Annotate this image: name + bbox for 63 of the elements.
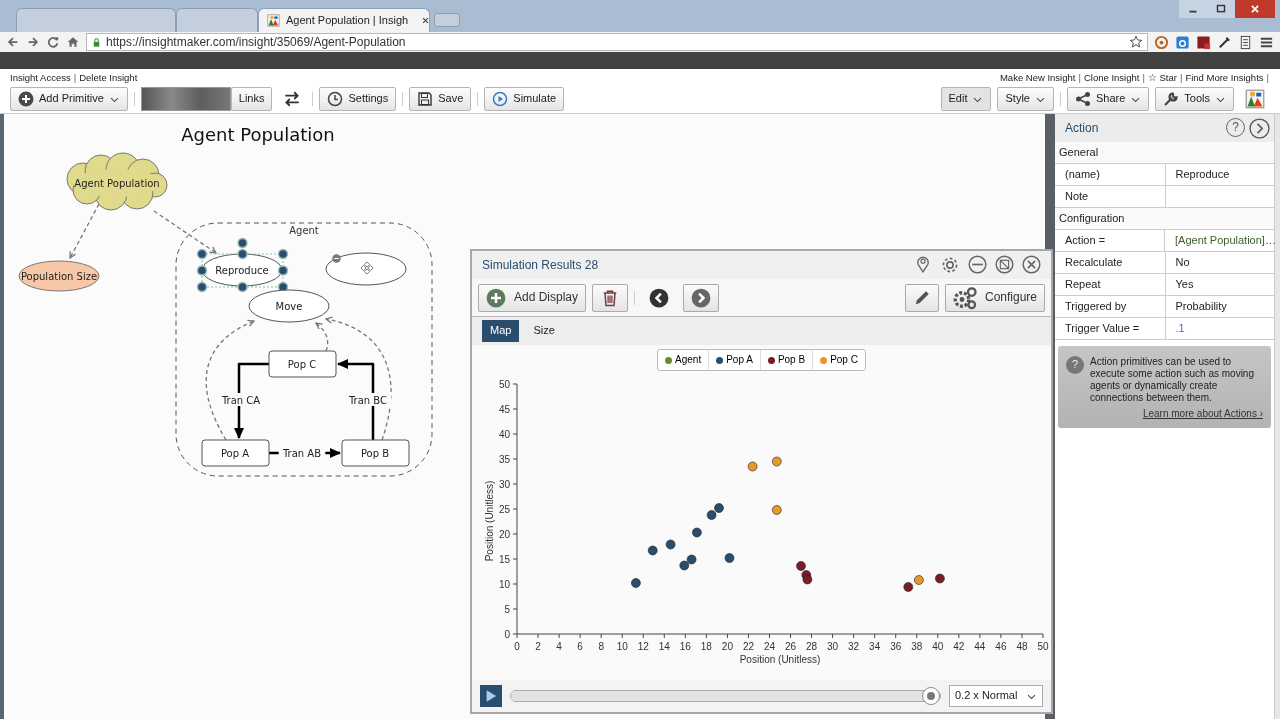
tick-label: 44 [974,641,986,652]
separator: | [1142,72,1145,84]
panel-title: Action [1065,120,1099,136]
tick-label: 25 [498,503,510,515]
legend-label: Pop C [830,354,858,366]
tick-label: 5 [504,603,510,615]
tick-label: 20 [721,641,733,652]
tick-label: 15 [498,553,510,565]
help-icon: ? [1066,356,1084,374]
diagram-title: Agent Population [181,124,335,145]
property-name: Trigger Value = [1064,320,1141,336]
tick-label: 14 [658,641,670,652]
tick-label: 36 [890,641,902,652]
section-header: Configuration [1059,211,1125,226]
tick-label: 16 [679,641,691,652]
legend-label: Pop A [726,354,753,366]
property-name: Note [1064,188,1090,204]
legend-label: Agent [675,354,702,366]
tick-label: 12 [637,641,649,652]
tick-label: 46 [995,641,1007,652]
property-name: Repeat [1064,276,1102,292]
tick-label: 4 [556,641,562,652]
axis-title: Position (Unitless) [739,654,821,665]
tick-label: 45 [498,403,510,415]
tick-label: 32 [848,641,860,652]
tick-label: 6 [577,641,583,652]
tick-label: 42 [953,641,965,652]
tick-label: 28 [806,641,818,652]
tick-label: 35 [498,453,510,465]
tick-label: 10 [616,641,628,652]
legend-label: Pop B [777,354,806,366]
tick-label: 50 [498,378,510,390]
section-header: General [1059,145,1099,160]
tick-label: 50 [1037,641,1049,652]
separator: | [1078,72,1081,84]
tab-title: Agent Population | Insigh [286,13,409,28]
tick-label: 48 [1016,641,1028,652]
separator: | [1266,72,1269,84]
window-title: Simulation Results 28 [482,257,599,273]
tick-label: 2 [535,641,541,652]
tick-label: 34 [869,641,881,652]
tick-label: 20 [498,528,510,540]
tick-label: 30 [827,641,839,652]
tick-label: 40 [932,641,944,652]
tick-label: 38 [911,641,923,652]
tick-label: 24 [763,641,776,652]
tick-label: 18 [700,641,712,652]
property-name: Recalculate [1064,254,1124,270]
tick-label: 0 [504,628,510,640]
tick-label: 40 [498,428,510,440]
help-text: Action primitives can be used to execute some action such as moving agents or dynamically create connections between them. [1090,356,1255,404]
tick-label: 0 [514,641,520,652]
tick-label: 30 [498,478,510,490]
property-name: (name) [1064,166,1101,182]
tick-label: 26 [784,641,797,652]
tick-label: 8 [598,641,604,652]
property-name: Action = [1064,232,1107,248]
separator: | [73,72,77,84]
property-name: Triggered by [1064,298,1128,314]
axis-title: Position (Unitless) [484,480,495,562]
tick-label: 10 [498,578,510,590]
separator: | [1179,72,1183,84]
tick-label: 22 [742,641,754,652]
